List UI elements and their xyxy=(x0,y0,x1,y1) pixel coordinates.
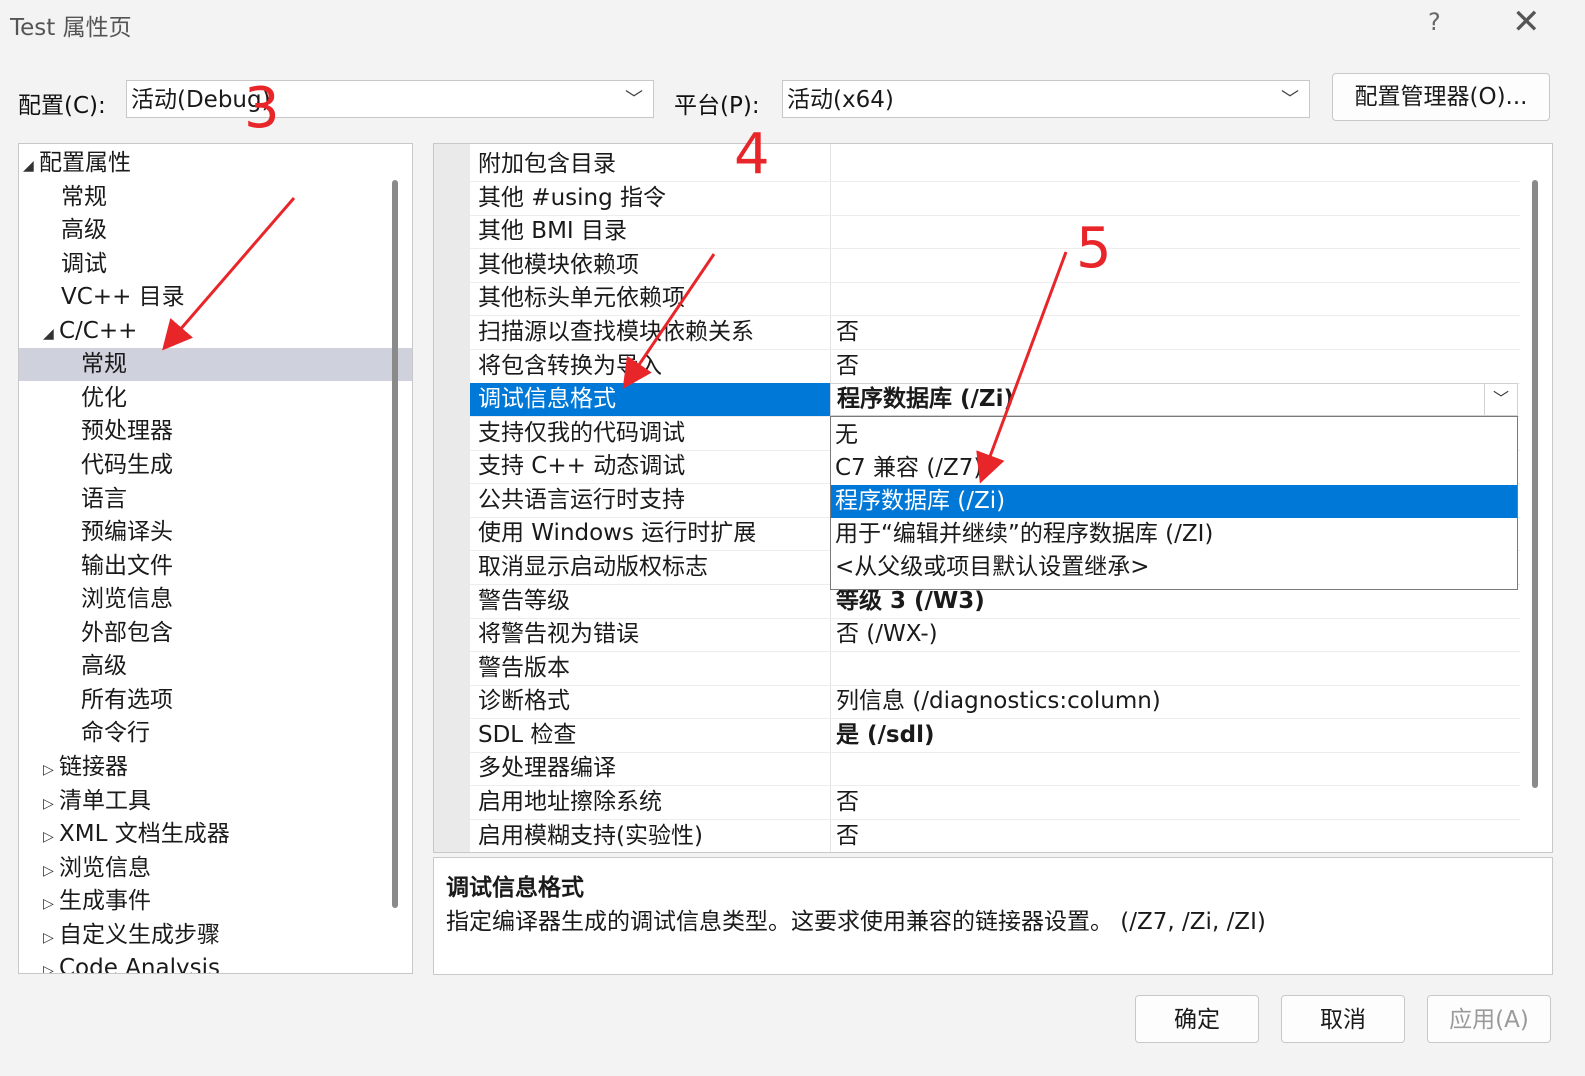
annotation-arrow-3 xyxy=(162,197,296,351)
annotation-arrow-5 xyxy=(976,251,1068,484)
annotation-arrows xyxy=(162,197,1068,484)
annotation-arrow-4 xyxy=(622,253,716,389)
